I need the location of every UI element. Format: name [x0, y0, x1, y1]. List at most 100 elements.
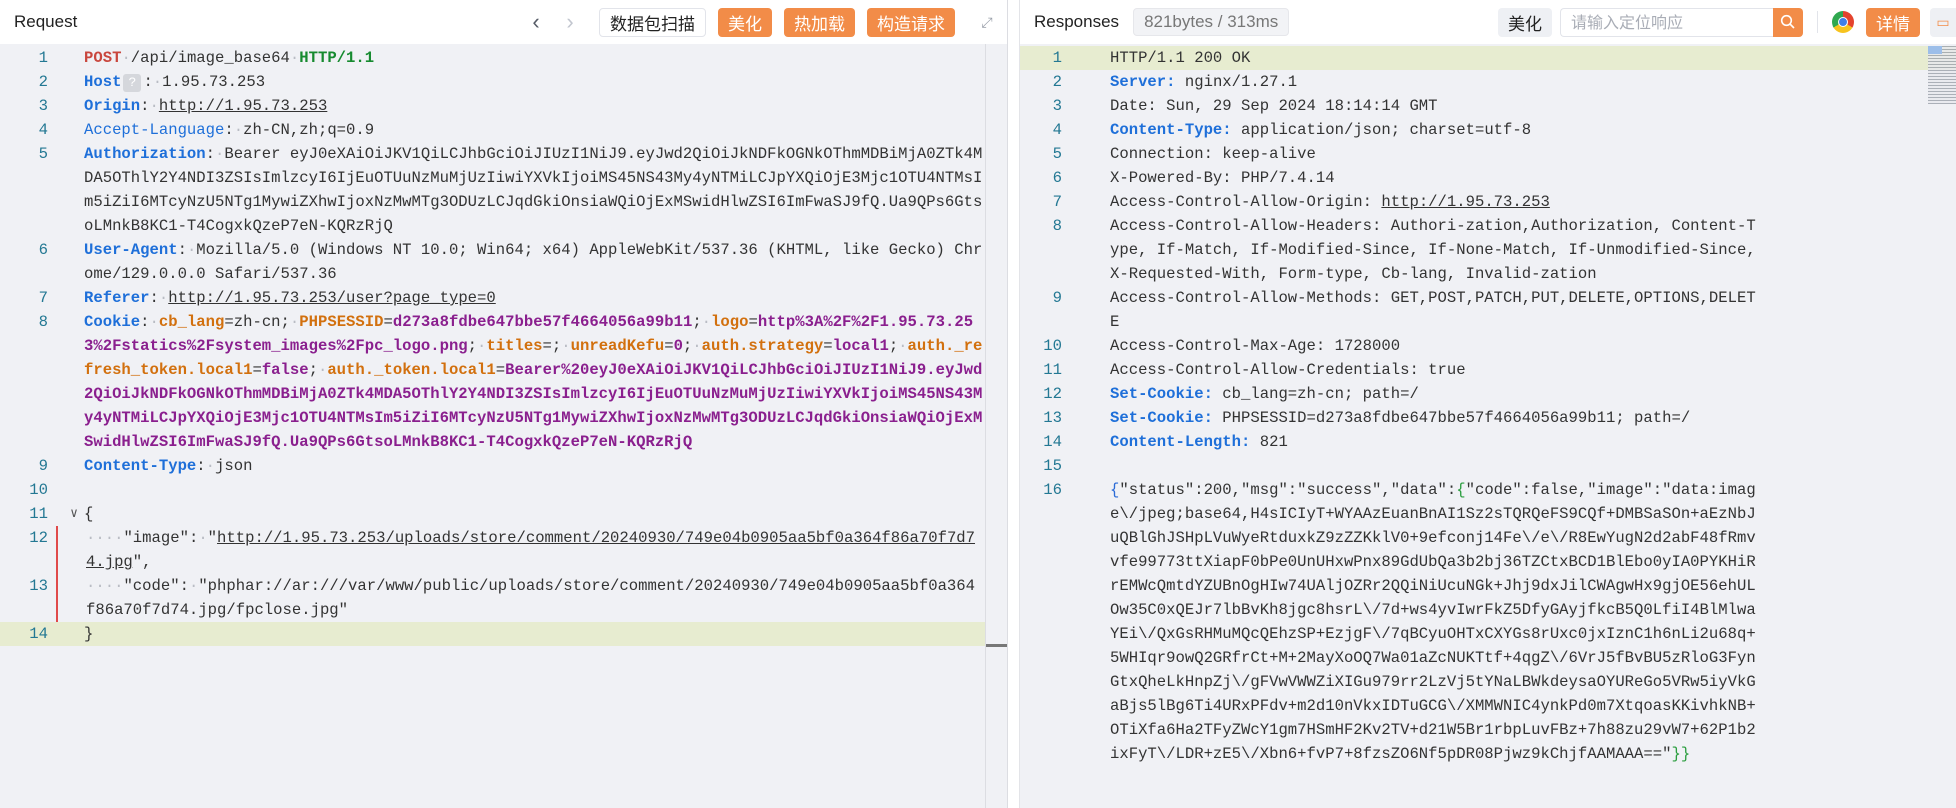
- request-beautify-button[interactable]: 美化: [718, 7, 772, 37]
- cookie-value: zh-cn: [233, 313, 281, 331]
- packet-scan-button[interactable]: 数据包扫描: [599, 7, 706, 37]
- response-panel: Responses 821bytes / 313ms 美化 详情 ▭ 1HTTP…: [1020, 0, 1956, 808]
- code-line-current: 14}: [0, 622, 1007, 646]
- code-line-current: 1 HTTP/1.1 200 OK: [1020, 46, 1956, 70]
- code-line: 1 POST·/api/image_base64·HTTP/1.1: [38, 49, 375, 67]
- search-button[interactable]: [1773, 7, 1803, 37]
- code-line: 10: [29, 481, 48, 499]
- response-search: [1560, 7, 1803, 37]
- cookie-key: auth._token.local1: [327, 361, 496, 379]
- header-value: nginx/1.27.1: [1184, 73, 1298, 91]
- minimap[interactable]: [1928, 46, 1956, 104]
- header-value: cb_lang=zh-cn; path=/: [1222, 385, 1419, 403]
- header-line: Connection: keep-alive: [1110, 145, 1316, 163]
- response-title: Responses: [1034, 12, 1120, 31]
- code-line: 12 Set-Cookie: cb_lang=zh-cn; path=/: [1043, 385, 1419, 403]
- code-line: 6 User-Agent:·Mozilla/5.0 (Windows NT 10.…: [38, 241, 983, 283]
- header-key: Set-Cookie:: [1110, 385, 1213, 403]
- scrollbar-thumb[interactable]: [986, 644, 1007, 647]
- json-key: "image": [123, 529, 189, 547]
- search-icon: [1780, 14, 1795, 29]
- header-value: 821: [1259, 433, 1288, 451]
- cookie-value: d273a8fdbe647bbe57f4664056a99b11: [392, 313, 693, 331]
- code-line: 4 Content-Type: application/json; charset…: [1052, 121, 1532, 139]
- header-value: Mozilla/5.0 (Windows NT 10.0; Win64; x64…: [84, 241, 983, 283]
- header-value-link[interactable]: http://1.95.73.253: [1381, 193, 1549, 211]
- header-line: Access-Control-Allow-Headers: Authori-za…: [1110, 217, 1766, 283]
- response-search-input[interactable]: [1560, 7, 1773, 37]
- toolbar-separator: [1817, 11, 1818, 33]
- json-brace: {: [1456, 481, 1466, 499]
- request-panel: Request ‹ › 数据包扫描 美化 热加载 构造请求 ⤢ 1 POST·/a…: [0, 0, 1008, 808]
- json-data: "code":false,"image":"data:image\/jpeg;b…: [1110, 481, 1756, 763]
- code-line: 11 ∨{: [0, 502, 1007, 526]
- code-line: 4 Accept-Language:·zh-CN,zh;q=0.9: [38, 121, 375, 139]
- json-body: "status":200,"msg":"success","data":: [1119, 481, 1457, 499]
- code-line: 14 Content-Length: 821: [1043, 433, 1288, 451]
- json-value-link[interactable]: http://1.95.73.253/uploads/store/comment…: [86, 529, 975, 571]
- code-line: 2 Host?:·1.95.73.253: [38, 73, 266, 92]
- json-brace: {: [1110, 481, 1120, 499]
- header-key: Content-Length:: [1110, 433, 1251, 451]
- expand-icon[interactable]: ⤢: [967, 14, 1007, 31]
- cookie-key: auth.strategy: [701, 337, 824, 355]
- cookie-key: unreadKefu: [570, 337, 665, 355]
- help-icon[interactable]: ?: [123, 74, 142, 92]
- header-value: json: [215, 457, 253, 475]
- code-line: 11 Access-Control-Allow-Credentials: true: [1020, 358, 1956, 382]
- chrome-icon[interactable]: [1832, 11, 1854, 33]
- response-size-badge: 821bytes / 313ms: [1133, 8, 1290, 36]
- header-line: X-Powered-By: PHP/7.4.14: [1110, 169, 1335, 187]
- hot-load-button[interactable]: 热加载: [784, 7, 855, 37]
- header-value-link[interactable]: http://1.95.73.253: [159, 97, 327, 115]
- request-title: Request: [14, 12, 78, 31]
- fold-chevron-icon[interactable]: ∨: [70, 502, 78, 526]
- header-key: Content-Type:: [1110, 121, 1232, 139]
- message-icon[interactable]: ▭: [1930, 7, 1956, 37]
- construct-request-button[interactable]: 构造请求: [867, 7, 955, 37]
- code-line: 5 Connection: keep-alive: [1020, 142, 1956, 166]
- header-value: application/json; charset=utf-8: [1241, 121, 1532, 139]
- code-line: 5 Authorization:·Bearer eyJ0eXAiOiJKV1QiL…: [38, 145, 983, 235]
- json-value: phphar://ar:///var/www/public/uploads/st…: [86, 577, 976, 619]
- json-brace: }}: [1671, 745, 1691, 763]
- json-key: "code": [123, 577, 180, 595]
- code-line: 3 Origin:·http://1.95.73.253: [38, 97, 328, 115]
- json-close-brace: }: [84, 625, 94, 643]
- json-open-brace: {: [84, 505, 94, 523]
- header-value-link[interactable]: http://1.95.73.253/user?page_type=0: [168, 289, 496, 307]
- header-key: Accept-Language: [84, 121, 225, 139]
- cookie-key: logo: [711, 313, 749, 331]
- code-line: 7 Referer:·http://1.95.73.253/user?page_t…: [38, 289, 496, 307]
- header-value: zh-CN,zh;q=0.9: [243, 121, 375, 139]
- chevron-left-icon[interactable]: ‹: [519, 9, 553, 35]
- header-line: Access-Control-Max-Age: 1728000: [1110, 337, 1401, 355]
- code-line: 8 Cookie:·cb_lang=zh-cn;·PHPSESSID=d273a8…: [38, 313, 983, 451]
- code-line: 13 ····"code":·"phphar://ar:///var/www/pu…: [0, 574, 1007, 622]
- response-beautify-button[interactable]: 美化: [1498, 7, 1552, 37]
- request-editor[interactable]: 1 POST·/api/image_base64·HTTP/1.1 2 Host?:…: [0, 44, 1007, 808]
- http-version: HTTP/1.1: [299, 49, 375, 67]
- code-line: 10 Access-Control-Max-Age: 1728000: [1020, 334, 1956, 358]
- header-value: PHPSESSID=d273a8fdbe647bbe57f4664056a99b…: [1222, 409, 1691, 427]
- cookie-value: local1: [832, 337, 889, 355]
- code-line: 15: [1043, 457, 1062, 475]
- code-line: 7 Access-Control-Allow-Origin: http://1.9…: [1052, 193, 1550, 211]
- response-editor[interactable]: 1 HTTP/1.1 200 OK 2 Server: nginx/1.27.1 3…: [1020, 44, 1956, 808]
- header-key: Host: [84, 73, 122, 91]
- header-key: Set-Cookie:: [1110, 409, 1213, 427]
- header-key: Cookie: [84, 313, 141, 331]
- details-button[interactable]: 详情: [1866, 7, 1920, 37]
- request-scrollbar[interactable]: [985, 44, 1007, 808]
- header-line: Access-Control-Allow-Methods: GET,POST,P…: [1110, 289, 1756, 331]
- request-toolbar: Request ‹ › 数据包扫描 美化 热加载 构造请求 ⤢: [0, 0, 1007, 44]
- code-line: 9 Access-Control-Allow-Methods: GET,POST,…: [1020, 286, 1956, 334]
- header-key: Server:: [1110, 73, 1176, 91]
- cookie-value: 0: [673, 337, 683, 355]
- panel-divider[interactable]: [1008, 0, 1020, 808]
- header-line: Date: Sun, 29 Sep 2024 18:14:14 GMT: [1110, 97, 1438, 115]
- header-line: Access-Control-Allow-Credentials: true: [1110, 361, 1466, 379]
- chevron-right-icon[interactable]: ›: [553, 9, 587, 35]
- header-key: Referer: [84, 289, 150, 307]
- http-repeater: Request ‹ › 数据包扫描 美化 热加载 构造请求 ⤢ 1 POST·/a…: [0, 0, 1956, 808]
